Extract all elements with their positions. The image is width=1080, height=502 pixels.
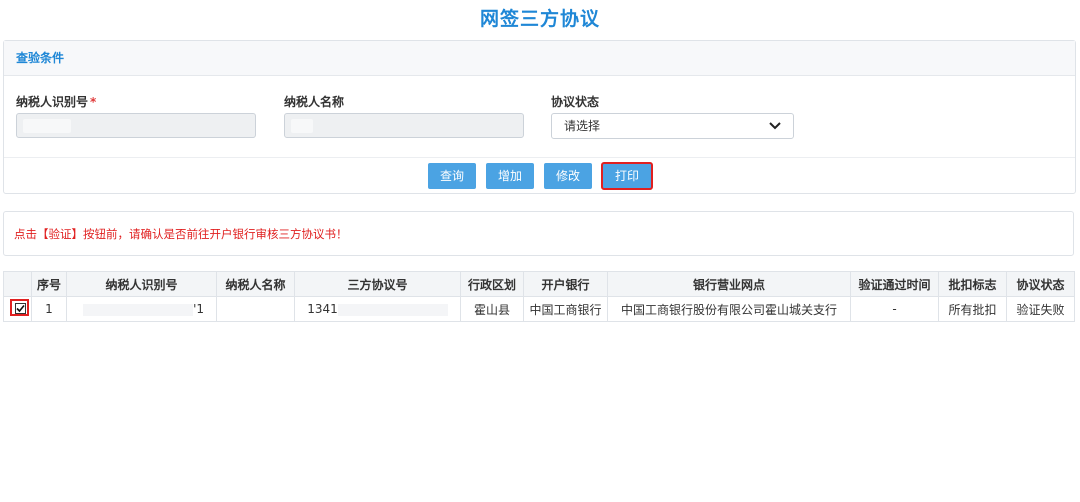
- header-batch-flag: 批扣标志: [938, 271, 1007, 297]
- header-taxpayer-name: 纳税人名称: [216, 271, 295, 297]
- agreement-status-select[interactable]: 请选择: [551, 113, 794, 139]
- header-verified-time: 验证通过时间: [850, 271, 939, 297]
- notice-text: 点击【验证】按钮前，请确认是否前往开户银行审核三方协议书！: [3, 211, 1074, 256]
- header-branch: 银行营业网点: [607, 271, 851, 297]
- taxpayer-name-input[interactable]: [284, 113, 524, 138]
- cell-taxpayer-id: '1: [66, 296, 217, 322]
- required-mark: *: [90, 95, 97, 109]
- cell-status: 验证失败: [1006, 296, 1075, 322]
- cell-index: 1: [31, 296, 67, 322]
- agreement-status-label: 协议状态: [551, 95, 600, 109]
- query-button[interactable]: 查询: [428, 163, 476, 189]
- row-checkbox[interactable]: [15, 303, 26, 314]
- chevron-down-icon: [769, 122, 781, 130]
- cell-taxpayer-name: [216, 296, 295, 322]
- table-header-row: 序号 纳税人识别号 纳税人名称 三方协议号 行政区划 开户银行 银行营业网点 验…: [3, 271, 1075, 297]
- cell-agreement-no: 1341: [294, 296, 461, 322]
- masked-value: [83, 303, 194, 316]
- taxpayer-id-label: 纳税人识别号 *: [16, 95, 97, 109]
- select-value: 请选择: [564, 119, 601, 133]
- header-select: [3, 271, 32, 297]
- taxpayer-id-input[interactable]: [16, 113, 256, 138]
- checkbox-highlight: [10, 299, 29, 316]
- table-row[interactable]: 1 '1 1341 霍山县 中国工商银行 中国工商银行股份有限公司霍山城关支行 …: [3, 296, 1075, 322]
- cell-verified-time: -: [850, 296, 939, 322]
- search-panel: 查验条件 纳税人识别号 * 纳税人名称 协议状态 请选择 查询 增加 修改 打印: [3, 40, 1076, 194]
- header-region: 行政区划: [460, 271, 524, 297]
- agreement-table: 序号 纳税人识别号 纳税人名称 三方协议号 行政区划 开户银行 银行营业网点 验…: [3, 271, 1075, 322]
- header-taxpayer-id: 纳税人识别号: [66, 271, 217, 297]
- add-button[interactable]: 增加: [486, 163, 534, 189]
- check-icon: [16, 304, 25, 313]
- taxpayer-name-label: 纳税人名称: [284, 95, 345, 109]
- cell-branch: 中国工商银行股份有限公司霍山城关支行: [607, 296, 851, 322]
- row-select-cell[interactable]: [3, 296, 32, 322]
- page-title: 网签三方协议: [479, 8, 600, 30]
- cell-region: 霍山县: [460, 296, 524, 322]
- masked-value: [337, 303, 448, 316]
- divider: [4, 157, 1075, 158]
- header-agreement-no: 三方协议号: [294, 271, 461, 297]
- edit-button[interactable]: 修改: [544, 163, 592, 189]
- cell-batch-flag: 所有批扣: [938, 296, 1007, 322]
- masked-value: [291, 119, 313, 133]
- print-button[interactable]: 打印: [601, 162, 653, 190]
- masked-value: [23, 119, 71, 133]
- cell-bank: 中国工商银行: [523, 296, 608, 322]
- header-index: 序号: [31, 271, 67, 297]
- header-status: 协议状态: [1006, 271, 1075, 297]
- header-bank: 开户银行: [523, 271, 608, 297]
- panel-header: 查验条件: [4, 41, 1075, 76]
